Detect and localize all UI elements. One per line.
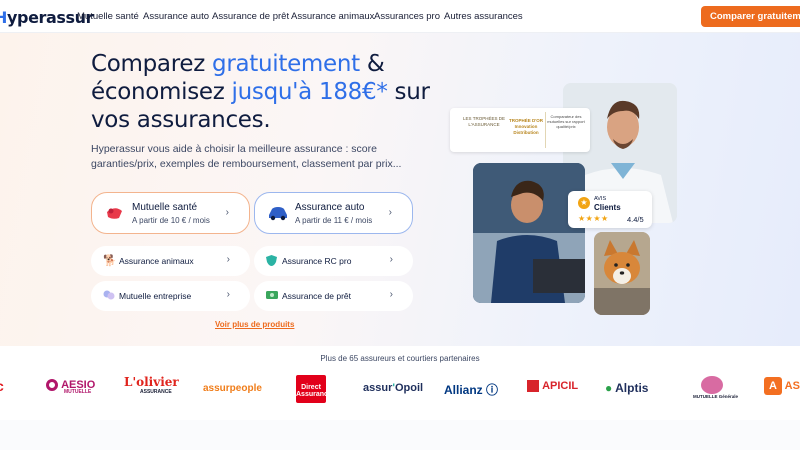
product-card-mutuelle-sante[interactable]: Mutuelle santé A partir de 10 € / mois › [91, 192, 250, 234]
award-icon: ★ [578, 197, 590, 209]
product-card-assurance-de-pret[interactable]: Assurance de prêt › [254, 281, 413, 311]
aesio-mark-icon [46, 379, 58, 392]
chevron-right-icon: › [389, 254, 393, 265]
chevron-right-icon: › [225, 207, 229, 218]
nav-assurance-pret[interactable]: Assurance de prêt [212, 11, 289, 22]
car-icon [269, 207, 287, 221]
partner-logo-cut-left: c [0, 378, 4, 394]
money-icon [266, 291, 278, 299]
hero-subtitle: Hyperassur vous aide à choisir la meille… [91, 143, 402, 170]
partner-logo-assu-comm: A ASSU [764, 377, 800, 395]
nav-autres-assurances[interactable]: Autres assurances [444, 11, 523, 22]
nav-mutuelle-sante[interactable]: Mutuelle santé [77, 11, 139, 22]
shield-icon [266, 255, 277, 266]
nav-assurance-animaux[interactable]: Assurance animaux [291, 11, 374, 22]
nav-assurances-pro[interactable]: Assurances pro [374, 11, 440, 22]
footer-band [0, 420, 800, 450]
partner-logo-assuropoil: assur'Opoil [363, 382, 424, 394]
partner-logo-direct-assurance: Direct Assurance [296, 375, 332, 403]
trophy-badge: LES TROPHÉES DE L'ASSURANCE TROPHÉE D'OR… [450, 108, 590, 152]
apicil-mark-icon [527, 380, 539, 393]
site-header: Hyperassur Mutuelle santé Assurance auto… [0, 0, 800, 33]
customer-reviews-badge: ★ AVIS Clients ★★★★ 4.4/5 [568, 191, 652, 228]
partner-logo-aesio: AESIO MUTUELLE [46, 379, 95, 395]
product-card-assurance-rc-pro[interactable]: Assurance RC pro › [254, 246, 413, 276]
rating-stars-icon: ★★★★ [578, 214, 609, 223]
pet-icon: 🐕 [103, 255, 117, 267]
chevron-right-icon: › [388, 207, 392, 218]
compare-button[interactable]: Comparer gratuitement [701, 6, 800, 27]
more-products-link[interactable]: Voir plus de produits [215, 320, 294, 329]
laptop-user-photo [473, 163, 585, 303]
nav-assurance-auto[interactable]: Assurance auto [143, 11, 209, 22]
chevron-right-icon: › [226, 254, 230, 265]
chevron-right-icon: › [389, 289, 393, 300]
alptis-leaf-icon: ● [605, 381, 613, 395]
partners-caption: Plus de 65 assureurs et courtiers parten… [320, 354, 480, 363]
hero-headline: Comparez gratuitement & économisez jusqu… [91, 51, 430, 133]
partner-logo-apicil: APICIL [527, 380, 578, 393]
team-icon [103, 290, 115, 300]
mutuelle-generale-mark-icon [701, 376, 723, 394]
partner-logo-lolivier: L'olivier ASSURANCE [124, 375, 179, 395]
dog-photo [594, 232, 650, 315]
partner-logo-alptis: ● Alptis [605, 381, 649, 395]
product-card-assurance-animaux[interactable]: 🐕 Assurance animaux › [91, 246, 250, 276]
product-card-mutuelle-entreprise[interactable]: Mutuelle entreprise › [91, 281, 250, 311]
stethoscope-icon [107, 208, 122, 219]
product-card-assurance-auto[interactable]: Assurance auto A partir de 11 € / mois › [254, 192, 413, 234]
partner-logo-mutuelle-generale: MUTUELLE Générale [693, 376, 738, 399]
chevron-right-icon: › [226, 289, 230, 300]
partner-logo-allianz: Allianz ⓘ [444, 383, 499, 397]
partner-logo-assurpeople: assurpeople [203, 383, 262, 394]
